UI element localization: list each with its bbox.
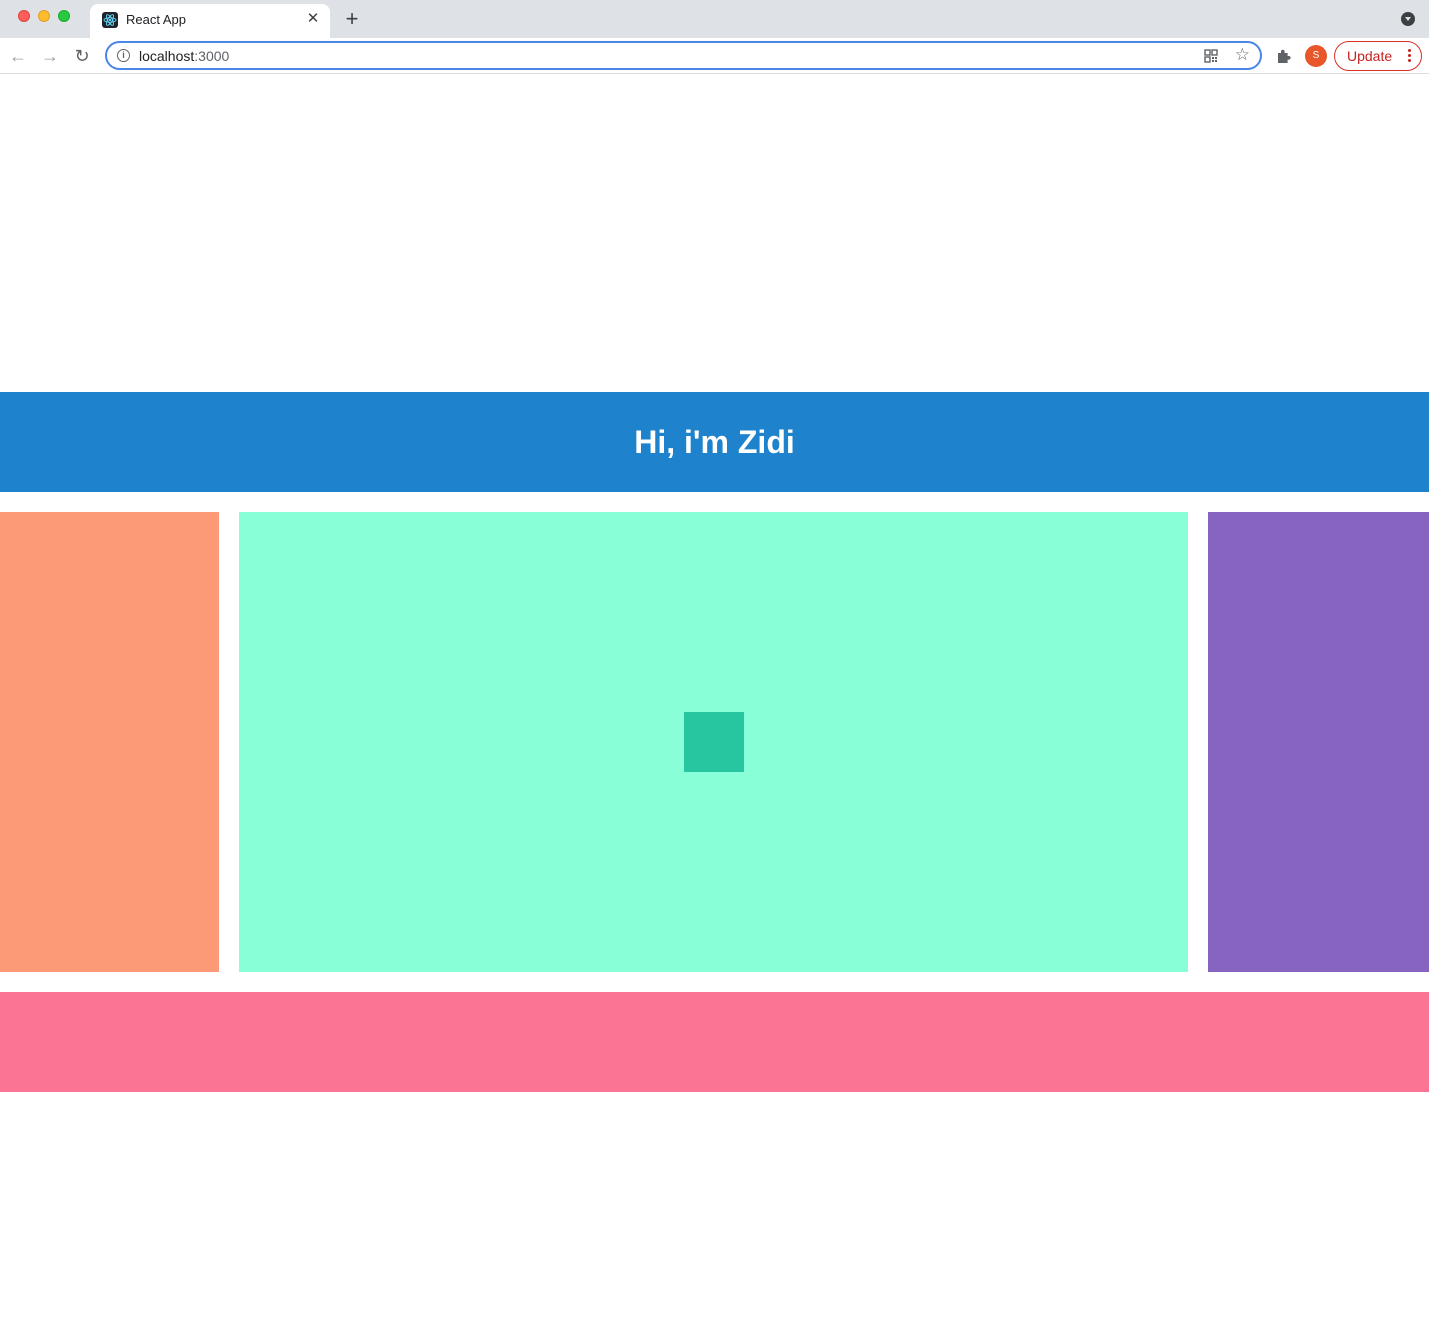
close-tab-icon[interactable]: ✕ (304, 10, 322, 28)
page-footer (0, 992, 1429, 1092)
minimize-window-button[interactable] (38, 10, 50, 22)
info-icon[interactable]: i (117, 49, 130, 62)
forward-icon[interactable]: → (38, 44, 62, 68)
tab-search-icon[interactable] (1401, 12, 1415, 26)
tab-strip: React App ✕ + (0, 0, 1429, 38)
address-bar[interactable]: i localhost:3000 ☆ (105, 41, 1262, 70)
back-icon[interactable]: ← (6, 44, 30, 68)
url-port: :3000 (194, 48, 230, 64)
tab-title: React App (126, 12, 186, 27)
react-icon (102, 12, 118, 28)
page-viewport: Hi, i'm Zidi (0, 75, 1429, 1319)
left-sidebar (0, 512, 219, 972)
right-sidebar (1208, 512, 1429, 972)
bookmark-star-icon[interactable]: ☆ (1235, 45, 1250, 65)
update-label: Update (1347, 48, 1393, 64)
url-host: localhost (139, 48, 195, 64)
reload-icon[interactable]: ↻ (70, 44, 94, 68)
maximize-window-button[interactable] (58, 10, 70, 22)
main-content (239, 512, 1188, 972)
more-menu-icon (1408, 49, 1411, 63)
extensions-puzzle-icon[interactable] (1274, 46, 1294, 66)
url-text[interactable]: localhost:3000 (139, 48, 229, 64)
update-button[interactable]: Update (1334, 41, 1422, 71)
qr-code-icon[interactable] (1204, 49, 1218, 63)
page-header: Hi, i'm Zidi (0, 392, 1429, 492)
browser-toolbar: ← → ↻ i localhost:3000 ☆ S Update (0, 38, 1429, 74)
profile-avatar[interactable]: S (1305, 45, 1327, 67)
close-window-button[interactable] (18, 10, 30, 22)
browser-tab[interactable]: React App ✕ (90, 4, 330, 38)
center-square (684, 712, 744, 772)
page-title: Hi, i'm Zidi (634, 423, 795, 460)
new-tab-button[interactable]: + (340, 8, 364, 32)
